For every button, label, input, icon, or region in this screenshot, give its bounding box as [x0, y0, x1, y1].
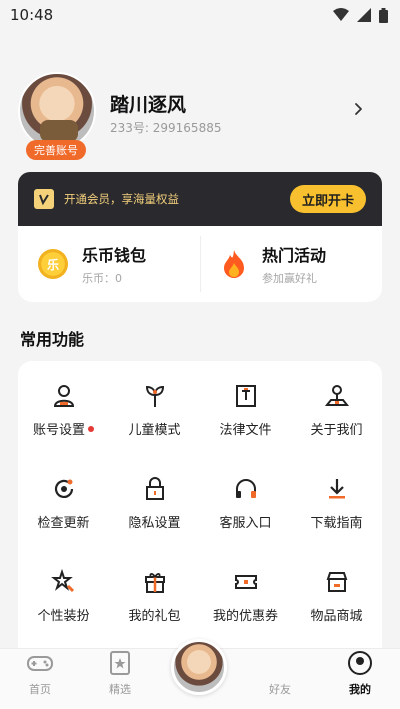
coupon-icon: [234, 575, 257, 589]
refresh-icon: [54, 479, 73, 498]
status-bar: 10:48: [0, 0, 400, 30]
flame-icon: [224, 250, 244, 278]
vip-icon: [34, 189, 54, 209]
coin-icon: 乐: [38, 249, 68, 279]
shop-icon: [326, 572, 347, 592]
tab-featured[interactable]: 精选: [85, 649, 155, 697]
func-label: 下载指南: [310, 516, 363, 531]
complete-account-badge[interactable]: 完善账号: [26, 140, 86, 160]
star-icon: [50, 569, 74, 593]
vip-banner[interactable]: 开通会员，享海量权益 立即开卡: [18, 172, 382, 226]
status-time: 10:48: [10, 6, 54, 24]
profile-name: 踏川逐风: [110, 94, 187, 116]
gamepad-icon: [27, 656, 53, 671]
func-label: 检查更新: [37, 516, 90, 531]
func-about-us[interactable]: 关于我们: [291, 383, 382, 476]
center-avatar-button[interactable]: [171, 639, 227, 695]
func-label: 儿童模式: [128, 423, 181, 438]
download-icon: [328, 479, 345, 499]
notification-dot: [88, 425, 94, 432]
open-vip-button[interactable]: 立即开卡: [289, 185, 366, 213]
avatar[interactable]: [18, 72, 96, 150]
signal-icon: [357, 8, 371, 22]
about-icon: [324, 385, 349, 406]
profile-header[interactable]: 完善账号 踏川逐风 233号: 299165885: [18, 72, 382, 162]
profile-id: 233号: 299165885: [110, 121, 222, 135]
document-icon: [235, 385, 256, 407]
functions-card: 账号设置 儿童模式 法律文件 关于我们 检查更新 隐私设置 客服入口 下载指南 …: [18, 361, 382, 661]
tab-label: 好友: [269, 683, 291, 696]
tab-me[interactable]: 我的: [325, 649, 395, 697]
func-label: 客服入口: [219, 516, 272, 531]
battery-icon: [379, 7, 388, 23]
user-settings-icon: [53, 385, 74, 407]
status-icons: [333, 7, 388, 23]
wifi-icon: [333, 8, 349, 21]
func-label: 关于我们: [310, 423, 363, 438]
tab-friends[interactable]: 好友: [245, 649, 315, 697]
wallet-entry[interactable]: 乐 乐币钱包 乐币：0: [18, 226, 200, 302]
func-account-settings[interactable]: 账号设置: [18, 383, 109, 476]
vip-text: 开通会员，享海量权益: [64, 192, 179, 206]
func-label: 法律文件: [219, 423, 272, 438]
func-legal-docs[interactable]: 法律文件: [200, 383, 291, 476]
featured-star-icon: [110, 651, 130, 675]
func-privacy[interactable]: 隐私设置: [109, 476, 200, 569]
func-label: 隐私设置: [128, 516, 181, 531]
sprout-icon: [145, 385, 164, 407]
events-sub: 参加赢好礼: [262, 272, 317, 285]
avatar-wrap[interactable]: 完善账号: [18, 72, 98, 160]
friends-icon: [266, 649, 294, 677]
func-download-guide[interactable]: 下载指南: [291, 476, 382, 569]
headset-icon: [235, 479, 256, 498]
gift-icon: [144, 573, 165, 593]
lock-icon: [145, 477, 164, 500]
wallet-balance: 乐币：0: [82, 272, 122, 285]
events-entry[interactable]: 热门活动 参加赢好礼: [200, 226, 382, 302]
functions-grid: 账号设置 儿童模式 法律文件 关于我们 检查更新 隐私设置 客服入口 下载指南 …: [18, 361, 382, 662]
tab-label: 首页: [29, 683, 51, 696]
func-label: 我的礼包: [128, 609, 181, 624]
func-check-update[interactable]: 检查更新: [18, 476, 109, 569]
func-label: 物品商城: [310, 609, 363, 624]
func-label: 个性装扮: [37, 609, 90, 624]
tab-label: 我的: [349, 683, 371, 696]
func-kids-mode[interactable]: 儿童模式: [109, 383, 200, 476]
events-title: 热门活动: [262, 246, 327, 265]
wallet-title: 乐币钱包: [82, 246, 147, 265]
profile-tab-icon: [348, 651, 372, 675]
func-customer-service[interactable]: 客服入口: [200, 476, 291, 569]
tab-home[interactable]: 首页: [5, 649, 75, 697]
tab-label: 精选: [109, 683, 131, 696]
chevron-right-icon[interactable]: [352, 102, 366, 116]
func-label: 账号设置: [32, 423, 85, 438]
func-label: 我的优惠券: [212, 609, 278, 624]
wallet-card: 乐 乐币钱包 乐币：0 热门活动 参加赢好礼: [18, 226, 382, 302]
section-title: 常用功能: [20, 330, 85, 349]
